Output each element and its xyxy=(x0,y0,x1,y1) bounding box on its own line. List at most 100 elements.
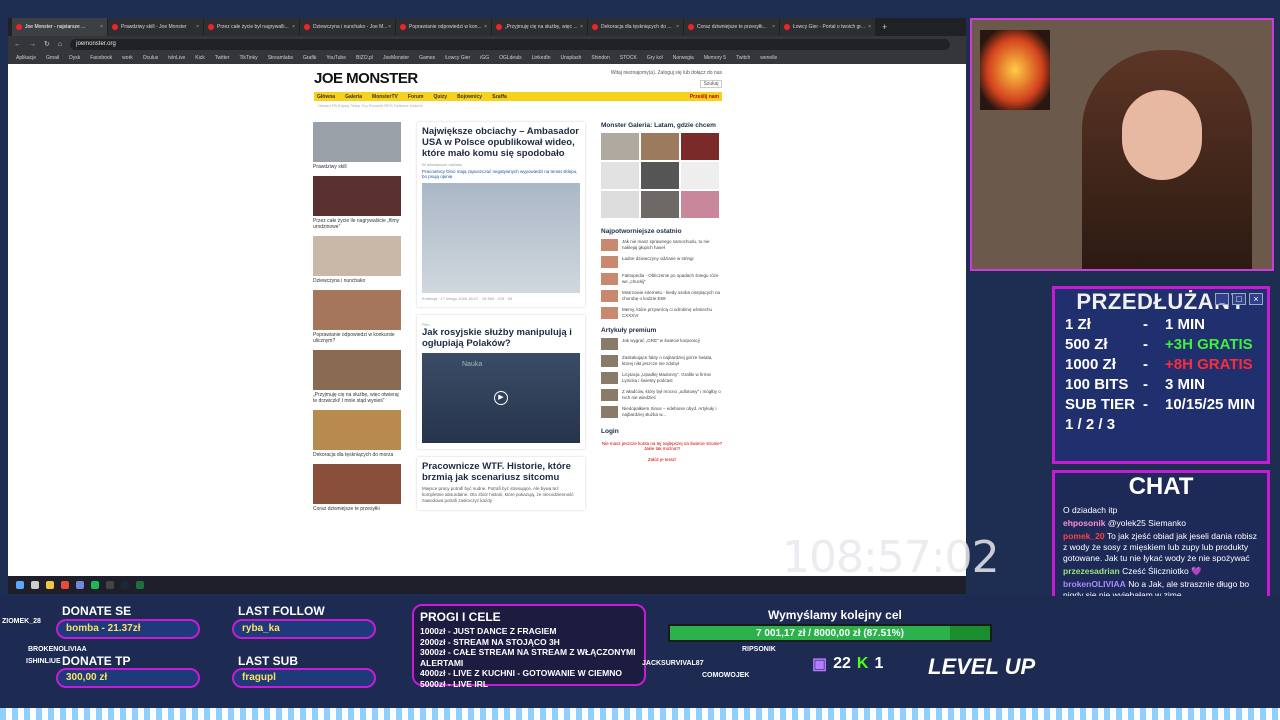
forward-icon[interactable]: → xyxy=(29,41,36,48)
address-input[interactable]: joemonster.org xyxy=(70,38,951,50)
bookmark-item[interactable]: OGLdeals xyxy=(499,55,522,61)
gallery-thumb[interactable] xyxy=(681,133,719,160)
sidebar-article-thumb[interactable] xyxy=(601,338,618,350)
browser-tab[interactable]: Prawdziwy skill - Joe Monster × xyxy=(108,18,203,36)
bookmark-item[interactable]: Facebook xyxy=(90,55,112,61)
back-icon[interactable]: ← xyxy=(14,41,21,48)
bookmark-item[interactable]: YouTube xyxy=(326,55,346,61)
new-tab-icon[interactable]: + xyxy=(876,18,893,36)
browser-tab[interactable]: Przez całe życie był nagrywalli... × xyxy=(204,18,299,36)
gallery-thumb[interactable] xyxy=(601,133,639,160)
search-button[interactable]: Szukaj xyxy=(700,80,722,88)
nav-item[interactable]: Quizy xyxy=(433,94,447,100)
steam-icon[interactable] xyxy=(121,581,129,589)
sidebar-article[interactable]: Z władców, który był mocno „odlotowy” i … xyxy=(601,389,723,401)
sidebar-article[interactable]: Niedopałkiem Sinus – edebiose obyd. Arty… xyxy=(601,406,723,418)
side-thumb-item[interactable]: „Przyjmuję cię na służbę, więc otwieraj … xyxy=(313,350,402,404)
sidebar-article-title[interactable]: Faktopedia - Obliczenie po opadach śnieg… xyxy=(622,273,723,284)
bookmark-item[interactable]: Games xyxy=(419,55,435,61)
side-thumb-item[interactable]: Poprawianie odpowiedzi w konkursie ulicz… xyxy=(313,290,402,344)
discord-icon[interactable] xyxy=(76,581,84,589)
side-thumb-image[interactable] xyxy=(313,464,401,504)
sidebar-article-title[interactable]: Mistrzowie internetu - kiedy osoba cierp… xyxy=(622,290,723,301)
side-thumb-image[interactable] xyxy=(313,350,401,390)
bookmark-item[interactable]: Dysk xyxy=(69,55,80,61)
gallery-thumb[interactable] xyxy=(641,191,679,218)
tab-close-icon[interactable]: × xyxy=(772,24,775,30)
gallery-thumb[interactable] xyxy=(641,162,679,189)
sidebar-article[interactable]: Licytacja „Upadłej Madonny”. Grafiki w f… xyxy=(601,372,723,384)
bookmark-item[interactable]: Norwegia xyxy=(673,55,694,61)
sidebar-article-title[interactable]: Ładne dziewczyny odziane w stringi xyxy=(622,256,694,262)
gallery-thumb[interactable] xyxy=(601,191,639,218)
user-note[interactable]: Witaj nieznajomy(a). Zaloguj się lub doł… xyxy=(592,70,722,76)
home-icon[interactable]: ⌂ xyxy=(58,41,62,48)
article-card[interactable]: Film Jak rosyjskie służby manipulują i o… xyxy=(417,315,585,449)
side-thumb-image[interactable] xyxy=(313,176,401,216)
side-thumb-image[interactable] xyxy=(313,122,401,162)
side-thumb-item[interactable]: Przez całe życie ile nagrywalście „filmy… xyxy=(313,176,402,230)
article-image[interactable] xyxy=(422,183,580,293)
chat-username[interactable]: pomek_20 xyxy=(1063,531,1105,541)
browser-tab[interactable]: „Przyjmuję cię na służbę, więc ... × xyxy=(492,18,587,36)
bookmark-item[interactable]: work xyxy=(122,55,133,61)
chat-username[interactable]: brokenOLIVIAA xyxy=(1063,579,1126,589)
sidebar-article-title[interactable]: Zaskakujące fakty o najbardziej górze św… xyxy=(622,355,723,366)
side-thumb-caption[interactable]: Dekoracja dla tęskniących do morza xyxy=(313,452,402,458)
article-title[interactable]: Największe obciachy – Ambasador USA w Po… xyxy=(422,126,580,159)
tab-close-icon[interactable]: × xyxy=(484,24,487,30)
side-thumb-item[interactable]: Dekoracja dla tęskniących do morza xyxy=(313,410,402,458)
search-icon[interactable] xyxy=(31,581,39,589)
excel-icon[interactable] xyxy=(136,581,144,589)
side-thumb-image[interactable] xyxy=(313,290,401,330)
gallery-title[interactable]: Monster Galeria: Latam, gdzie chcem xyxy=(601,122,723,130)
nav-item[interactable]: Główna xyxy=(317,94,335,100)
sidebar-article-title[interactable]: Memy, które przywrócą ci odrobinę uśmiec… xyxy=(622,307,723,318)
browser-tab[interactable]: Łowcy Gier - Portal o twoich gr... × xyxy=(780,18,875,36)
side-thumb-caption[interactable]: Poprawianie odpowiedzi w konkursie ulicz… xyxy=(313,332,402,344)
gallery-grid[interactable] xyxy=(601,133,723,218)
sidebar-article-thumb[interactable] xyxy=(601,406,618,418)
bookmark-item[interactable]: iGG xyxy=(480,55,489,61)
article-title[interactable]: Pracownicze WTF. Historie, które brzmią … xyxy=(422,461,580,483)
tab-close-icon[interactable]: × xyxy=(676,24,679,30)
sidebar-article[interactable]: Mistrzowie internetu - kiedy osoba cierp… xyxy=(601,290,723,302)
sidebar-article[interactable]: Faktopedia - Obliczenie po opadach śnieg… xyxy=(601,273,723,285)
nav-item[interactable]: MonsterTV xyxy=(372,94,398,100)
nav-item[interactable]: Forum xyxy=(408,94,424,100)
sidebar-article-thumb[interactable] xyxy=(601,256,618,268)
sidebar-article-thumb[interactable] xyxy=(601,273,618,285)
bookmark-item[interactable]: Streamlabs xyxy=(268,55,293,61)
side-thumb-item[interactable]: Prawdziwy skill xyxy=(313,122,402,170)
sidebar-article-title[interactable]: Niedopałkiem Sinus – edebiose obyd. Arty… xyxy=(622,406,723,417)
sidebar-article-thumb[interactable] xyxy=(601,355,618,367)
side-thumb-image[interactable] xyxy=(313,236,401,276)
bookmark-item[interactable]: BIZO.pl xyxy=(356,55,373,61)
nav-item[interactable]: Galeria xyxy=(345,94,362,100)
tab-close-icon[interactable]: × xyxy=(388,24,391,30)
explorer-icon[interactable] xyxy=(46,581,54,589)
play-icon[interactable]: ▶ xyxy=(494,391,508,405)
bookmark-item[interactable]: Memory 5 xyxy=(704,55,726,61)
sidebar-article-thumb[interactable] xyxy=(601,389,618,401)
bookmark-item[interactable]: Shindon xyxy=(591,55,609,61)
tab-close-icon[interactable]: × xyxy=(868,24,871,30)
bookmark-item[interactable]: Oculus xyxy=(143,55,159,61)
sidebar-article[interactable]: Ładne dziewczyny odziane w stringi xyxy=(601,256,723,268)
side-thumb-item[interactable]: Coraz dziwniejsze te przesyłki xyxy=(313,464,402,512)
sidebar-article[interactable]: Zaskakujące fakty o najbardziej górze św… xyxy=(601,355,723,367)
chat-username[interactable]: przezesadrian xyxy=(1063,566,1120,576)
sidebar-article[interactable]: Memy, które przywrócą ci odrobinę uśmiec… xyxy=(601,307,723,319)
browser-tab[interactable]: Coraz dziwniejsze te przesyłk... × xyxy=(684,18,779,36)
sidebar-article-thumb[interactable] xyxy=(601,239,618,251)
bookmark-item[interactable]: Łowcy Gier xyxy=(445,55,470,61)
sidebar-article-thumb[interactable] xyxy=(601,290,618,302)
nav-send-link[interactable]: Prześlij nam xyxy=(690,94,719,100)
start-icon[interactable] xyxy=(16,581,24,589)
bookmark-item[interactable]: Kick xyxy=(195,55,204,61)
tab-close-icon[interactable]: × xyxy=(292,24,295,30)
bookmark-item[interactable]: Gry kol xyxy=(647,55,663,61)
bookmark-item[interactable]: STOCK xyxy=(620,55,637,61)
chrome-icon[interactable] xyxy=(61,581,69,589)
side-thumb-image[interactable] xyxy=(313,410,401,450)
